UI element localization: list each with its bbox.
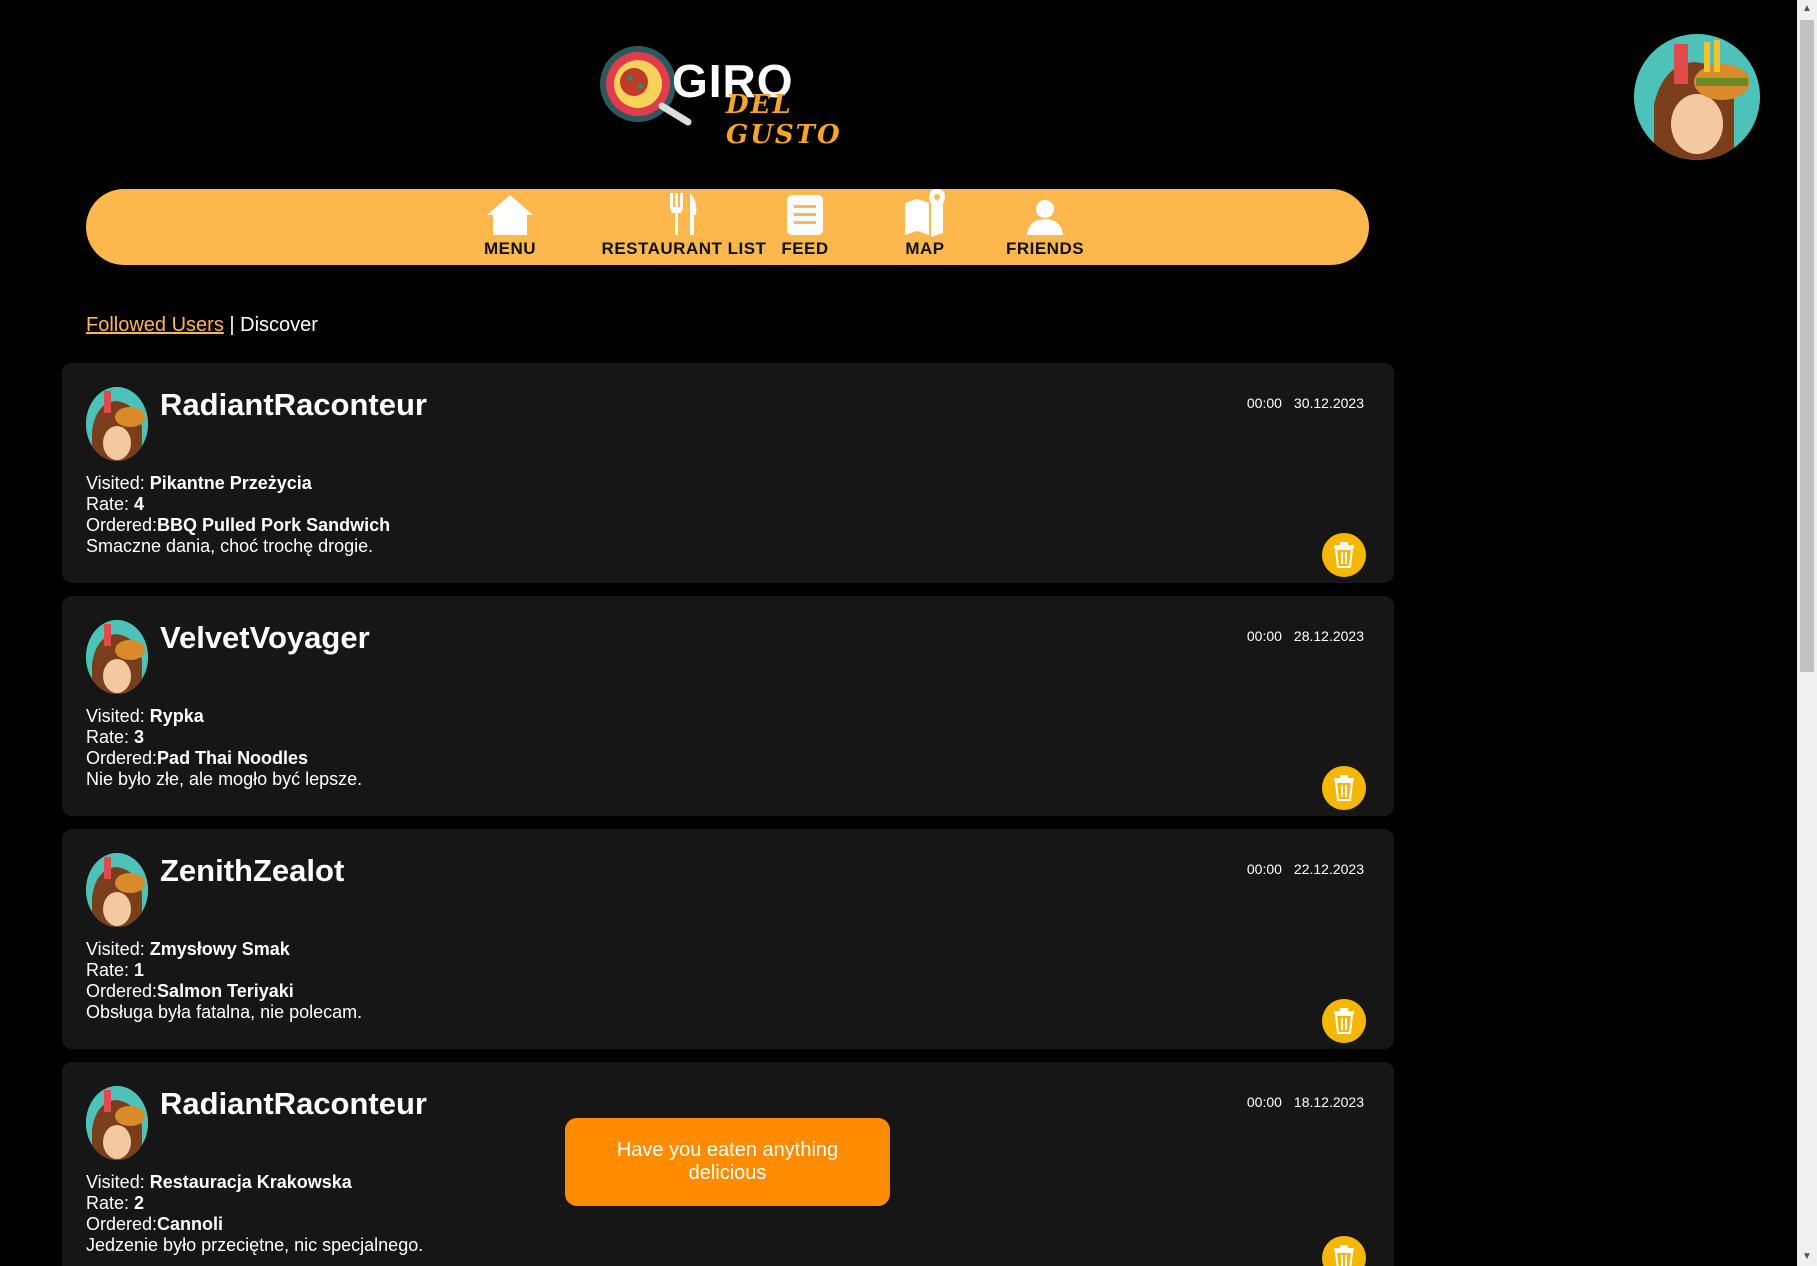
avatar-illustration-icon — [86, 620, 148, 694]
post-body: Visited: Rypka Rate: 3 Ordered:Pad Thai … — [86, 706, 362, 790]
visited-label: Visited: — [86, 473, 150, 493]
rate-value: 4 — [134, 494, 145, 514]
post-avatar[interactable] — [86, 853, 148, 927]
rate-label: Rate: — [86, 727, 135, 747]
visited-label: Visited: — [86, 939, 150, 959]
scroll-down-arrow-icon[interactable]: ▼ — [1797, 1248, 1817, 1266]
person-icon — [1027, 200, 1063, 235]
post-timestamp: 00:00 30.12.2023 — [1247, 395, 1364, 411]
ordered-label: Ordered: — [86, 515, 158, 535]
post-comment: Obsługa była fatalna, nie polecam. — [86, 1002, 363, 1022]
ordered-label: Ordered: — [86, 748, 158, 768]
app-logo[interactable]: GIRO DEL GUSTO — [590, 40, 880, 150]
feed-post: ZenithZealot 00:00 22.12.2023 Visited: Zm… — [62, 829, 1394, 1049]
post-timestamp: 00:00 18.12.2023 — [1247, 1094, 1364, 1110]
post-avatar[interactable] — [86, 620, 148, 694]
post-username[interactable]: VelvetVoyager — [160, 620, 370, 656]
add-meal-prompt-button[interactable]: Have you eaten anything delicious — [565, 1118, 890, 1206]
avatar-illustration-icon — [86, 1086, 148, 1160]
avatar-illustration-icon — [86, 387, 148, 461]
post-date: 30.12.2023 — [1293, 395, 1364, 411]
delete-post-button[interactable] — [1322, 999, 1366, 1043]
nav-feed-label: FEED — [781, 239, 829, 258]
trash-icon — [1334, 542, 1354, 568]
fork-knife-icon — [670, 193, 697, 235]
ordered-dish: Pad Thai Noodles — [157, 748, 309, 768]
post-time: 00:00 — [1246, 861, 1282, 877]
nav-friends-label: FRIENDS — [1005, 239, 1085, 258]
post-username[interactable]: ZenithZealot — [160, 853, 344, 889]
nav-friends[interactable]: FRIENDS — [982, 189, 1108, 265]
visited-restaurant: Zmysłowy Smak — [149, 939, 290, 959]
post-date: 18.12.2023 — [1293, 1094, 1364, 1110]
document-icon — [787, 195, 823, 235]
post-time: 00:00 — [1246, 395, 1282, 411]
delete-post-button[interactable] — [1322, 1236, 1366, 1266]
feed-post: VelvetVoyager 00:00 28.12.2023 Visited: R… — [62, 596, 1394, 816]
post-body: Visited: Restauracja Krakowska Rate: 2 O… — [86, 1172, 423, 1256]
scroll-up-arrow-icon[interactable]: ▲ — [1797, 0, 1817, 18]
trash-icon — [1334, 775, 1354, 801]
profile-avatar[interactable] — [1634, 34, 1760, 160]
post-comment: Jedzenie było przeciętne, nic specjalneg… — [86, 1235, 424, 1255]
nav-map-label: MAP — [905, 239, 945, 258]
main-navbar: MENU RESTAURANT LIST FEED MAP FRIENDS — [86, 189, 1369, 265]
ordered-label: Ordered: — [86, 1214, 158, 1234]
rate-value: 3 — [134, 727, 145, 747]
logo-text-del-gusto: DEL GUSTO — [726, 90, 842, 150]
feed-post: RadiantRaconteur 00:00 30.12.2023 Visited… — [62, 363, 1394, 583]
nav-feed[interactable]: FEED — [746, 189, 864, 265]
post-date: 28.12.2023 — [1293, 628, 1364, 644]
post-avatar[interactable] — [86, 387, 148, 461]
trash-icon — [1334, 1008, 1354, 1034]
map-pin-icon — [905, 189, 945, 237]
post-username[interactable]: RadiantRaconteur — [160, 1086, 427, 1122]
visited-restaurant: Restauracja Krakowska — [149, 1172, 352, 1192]
delete-post-button[interactable] — [1322, 533, 1366, 577]
ordered-label: Ordered: — [86, 981, 158, 1001]
visited-restaurant: Pikantne Przeżycia — [149, 473, 312, 493]
trash-icon — [1334, 1245, 1354, 1266]
post-username[interactable]: RadiantRaconteur — [160, 387, 427, 423]
rate-label: Rate: — [86, 960, 135, 980]
rate-label: Rate: — [86, 1193, 135, 1213]
delete-post-button[interactable] — [1322, 766, 1366, 810]
ordered-dish: Salmon Teriyaki — [157, 981, 294, 1001]
post-body: Visited: Zmysłowy Smak Rate: 1 Ordered:S… — [86, 939, 362, 1023]
scroll-thumb[interactable] — [1800, 20, 1814, 672]
ordered-dish: BBQ Pulled Pork Sandwich — [157, 515, 391, 535]
rate-value: 1 — [134, 960, 145, 980]
post-comment: Smaczne dania, choć trochę drogie. — [86, 536, 374, 556]
rate-value: 2 — [134, 1193, 145, 1213]
tab-followed-users[interactable]: Followed Users — [86, 314, 224, 336]
ordered-dish: Cannoli — [157, 1214, 224, 1234]
post-timestamp: 00:00 28.12.2023 — [1247, 628, 1364, 644]
nav-restaurant-list-label: RESTAURANT LIST — [601, 239, 767, 258]
post-comment: Nie było złe, ale mogło być lepsze. — [86, 769, 363, 789]
rate-label: Rate: — [86, 494, 135, 514]
tab-discover[interactable]: Discover — [240, 314, 318, 336]
post-timestamp: 00:00 22.12.2023 — [1247, 861, 1364, 877]
avatar-illustration-icon — [86, 853, 148, 927]
visited-label: Visited: — [86, 706, 150, 726]
visited-restaurant: Rypka — [149, 706, 204, 726]
nav-map[interactable]: MAP — [866, 189, 984, 265]
visited-label: Visited: — [86, 1172, 150, 1192]
post-body: Visited: Pikantne Przeżycia Rate: 4 Orde… — [86, 473, 390, 557]
post-date: 22.12.2023 — [1293, 861, 1364, 877]
vertical-scrollbar[interactable]: ▲ ▼ — [1797, 0, 1817, 1266]
post-time: 00:00 — [1246, 628, 1282, 644]
post-time: 00:00 — [1246, 1094, 1282, 1110]
feed-tabs: Followed Users | Discover — [86, 314, 318, 337]
post-avatar[interactable] — [86, 1086, 148, 1160]
avatar-illustration-icon — [1634, 34, 1760, 160]
tab-separator: | — [229, 314, 235, 336]
